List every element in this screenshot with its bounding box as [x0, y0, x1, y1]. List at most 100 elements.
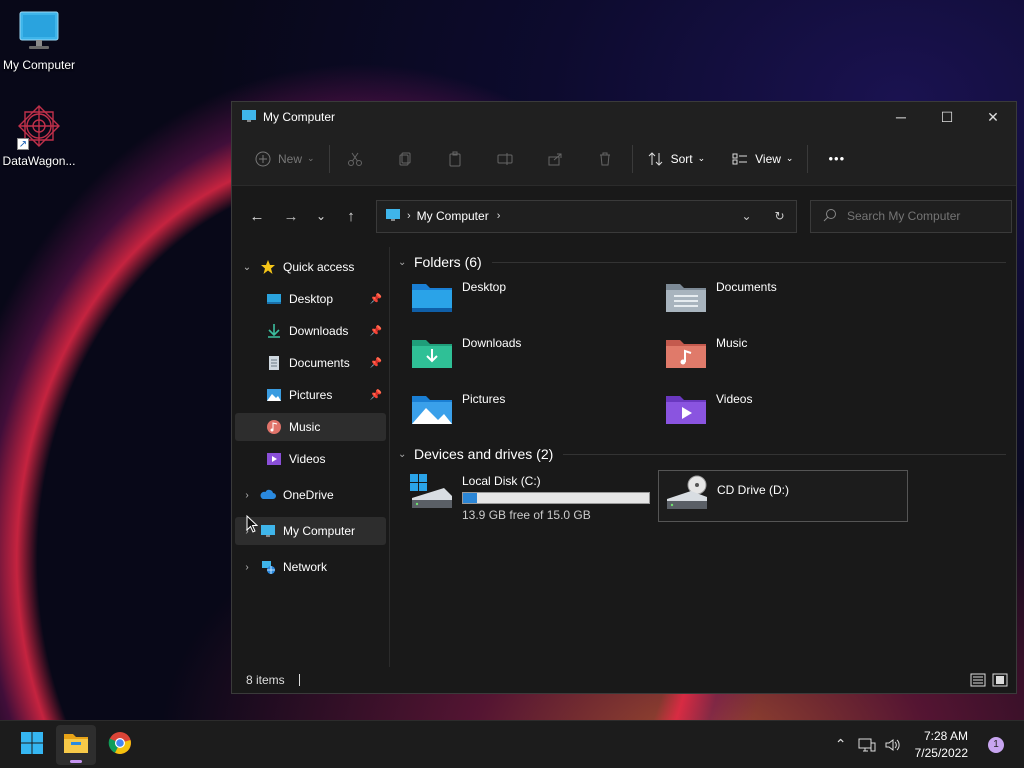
- new-label: New: [278, 151, 303, 166]
- taskbar-file-explorer[interactable]: [56, 724, 96, 765]
- monitor-icon: [16, 8, 62, 54]
- datawagon-logo-icon: ↗: [15, 104, 63, 150]
- rename-button[interactable]: [492, 143, 518, 175]
- music-icon: [265, 418, 283, 436]
- recent-locations-button[interactable]: ⌄: [306, 201, 336, 231]
- document-icon: [265, 354, 283, 372]
- nav-label: OneDrive: [283, 488, 334, 502]
- copy-button[interactable]: [392, 143, 418, 175]
- desktop-icon-label: My Computer: [2, 58, 76, 72]
- mouse-cursor-icon: [246, 514, 259, 536]
- nav-item-documents[interactable]: Documents 📌: [235, 349, 386, 377]
- pin-icon[interactable]: 📌: [370, 294, 382, 305]
- network-status-icon[interactable]: [855, 737, 879, 753]
- chevron-right-icon: ›: [407, 210, 411, 222]
- folder-desktop[interactable]: Desktop: [410, 280, 664, 326]
- nav-item-desktop[interactable]: Desktop 📌: [235, 285, 386, 313]
- minimize-button[interactable]: ─: [878, 102, 924, 132]
- nav-label: Downloads: [289, 324, 349, 338]
- clock-time: 7:28 AM: [923, 728, 968, 743]
- nav-item-pictures[interactable]: Pictures 📌: [235, 381, 386, 409]
- taskbar-chrome[interactable]: [100, 725, 140, 765]
- address-history-button[interactable]: ⌄: [730, 209, 763, 223]
- status-bar: 8 items: [232, 667, 1016, 693]
- nav-item-videos[interactable]: Videos: [235, 445, 386, 473]
- nav-item-downloads[interactable]: Downloads 📌: [235, 317, 386, 345]
- paste-button[interactable]: [442, 143, 468, 175]
- maximize-button[interactable]: ☐: [924, 102, 970, 132]
- search-box[interactable]: [810, 199, 1012, 233]
- folder-name: Desktop: [462, 280, 507, 294]
- music-folder-icon: [664, 336, 708, 373]
- nav-item-music[interactable]: Music: [235, 413, 386, 441]
- chevron-right-icon[interactable]: ›: [235, 562, 259, 573]
- window-title: My Computer: [263, 110, 336, 124]
- nav-label: My Computer: [283, 524, 356, 538]
- nav-quick-access[interactable]: ⌄ Quick access: [235, 253, 386, 281]
- chevron-down-icon: ⌄: [697, 153, 706, 163]
- nav-network[interactable]: › Network: [235, 553, 386, 581]
- up-button[interactable]: ↑: [336, 201, 366, 231]
- nav-label: Videos: [289, 452, 326, 466]
- desktop-icon-datawagon[interactable]: ↗ DataWagon...: [0, 104, 78, 168]
- chevron-down-icon: ⌄: [307, 153, 315, 163]
- chevron-down-icon[interactable]: ⌄: [398, 257, 412, 268]
- chevron-right-icon[interactable]: ›: [235, 490, 259, 501]
- delete-button[interactable]: [592, 143, 618, 175]
- notification-badge[interactable]: 1: [988, 736, 1004, 753]
- title-bar[interactable]: My Computer ─ ☐ ✕: [232, 102, 1016, 132]
- desktop-icon: [265, 290, 283, 308]
- system-tray: ⌃ 7:28 AM 7/25/2022 1: [827, 728, 1024, 762]
- taskbar: ⌃ 7:28 AM 7/25/2022 1: [0, 720, 1024, 768]
- divider: [563, 453, 1006, 455]
- share-button[interactable]: [542, 143, 568, 175]
- folder-downloads[interactable]: Downloads: [410, 336, 664, 382]
- divider: [807, 144, 809, 173]
- details-view-icon: [970, 673, 986, 687]
- refresh-button[interactable]: ↻: [763, 209, 796, 223]
- folder-name: Videos: [716, 392, 753, 406]
- navigation-pane: ⌄ Quick access Desktop 📌 Downloads 📌 Doc…: [232, 247, 390, 667]
- large-icons-view-icon: [992, 673, 1008, 687]
- drive-cd-d[interactable]: CD Drive (D:): [658, 470, 908, 522]
- downloads-folder-icon: [410, 336, 454, 373]
- command-bar: New ⌄ Sort ⌄ View ⌄ •••: [232, 132, 1016, 186]
- folder-videos[interactable]: Videos: [664, 392, 918, 438]
- pin-icon[interactable]: 📌: [370, 390, 382, 401]
- details-view-button[interactable]: [968, 671, 988, 689]
- forward-button[interactable]: →: [276, 201, 306, 231]
- large-icons-view-button[interactable]: [990, 671, 1010, 689]
- arrow-up-icon: ↑: [347, 207, 355, 225]
- start-button[interactable]: [12, 725, 52, 765]
- back-button[interactable]: ←: [242, 201, 272, 231]
- address-bar[interactable]: › My Computer › ⌄ ↻: [376, 199, 797, 233]
- pin-icon[interactable]: 📌: [370, 326, 382, 337]
- chevron-down-icon[interactable]: ⌄: [235, 262, 259, 273]
- view-button[interactable]: View ⌄: [727, 143, 797, 175]
- pin-icon[interactable]: 📌: [370, 358, 382, 369]
- nav-onedrive[interactable]: › OneDrive: [235, 481, 386, 509]
- volume-icon[interactable]: [881, 737, 905, 753]
- chevron-right-icon[interactable]: ›: [497, 210, 501, 222]
- search-input[interactable]: [847, 209, 1007, 223]
- folder-name: Documents: [716, 280, 777, 294]
- show-hidden-icons-button[interactable]: ⌃: [829, 736, 853, 753]
- breadcrumb[interactable]: My Computer: [417, 209, 489, 223]
- nav-label: Quick access: [283, 260, 355, 274]
- chevron-down-icon: ⌄: [315, 209, 327, 223]
- folder-documents[interactable]: Documents: [664, 280, 918, 326]
- close-button[interactable]: ✕: [970, 102, 1016, 132]
- drives-section-header[interactable]: ⌄ Devices and drives (2): [398, 440, 1016, 468]
- new-button[interactable]: New ⌄: [250, 143, 319, 175]
- drives-list: Local Disk (C:) 13.9 GB free of 15.0 GB …: [398, 470, 1016, 522]
- chevron-down-icon[interactable]: ⌄: [398, 449, 412, 460]
- clock[interactable]: 7:28 AM 7/25/2022: [915, 728, 968, 762]
- folder-pictures[interactable]: Pictures: [410, 392, 664, 438]
- desktop-icon-my-computer[interactable]: My Computer: [0, 8, 78, 72]
- cut-button[interactable]: [342, 143, 368, 175]
- folder-music[interactable]: Music: [664, 336, 918, 382]
- more-options-button[interactable]: •••: [818, 143, 849, 175]
- sort-button[interactable]: Sort ⌄: [643, 143, 710, 175]
- folders-section-header[interactable]: ⌄ Folders (6): [398, 248, 1016, 276]
- drive-local-disk-c[interactable]: Local Disk (C:) 13.9 GB free of 15.0 GB: [410, 470, 664, 522]
